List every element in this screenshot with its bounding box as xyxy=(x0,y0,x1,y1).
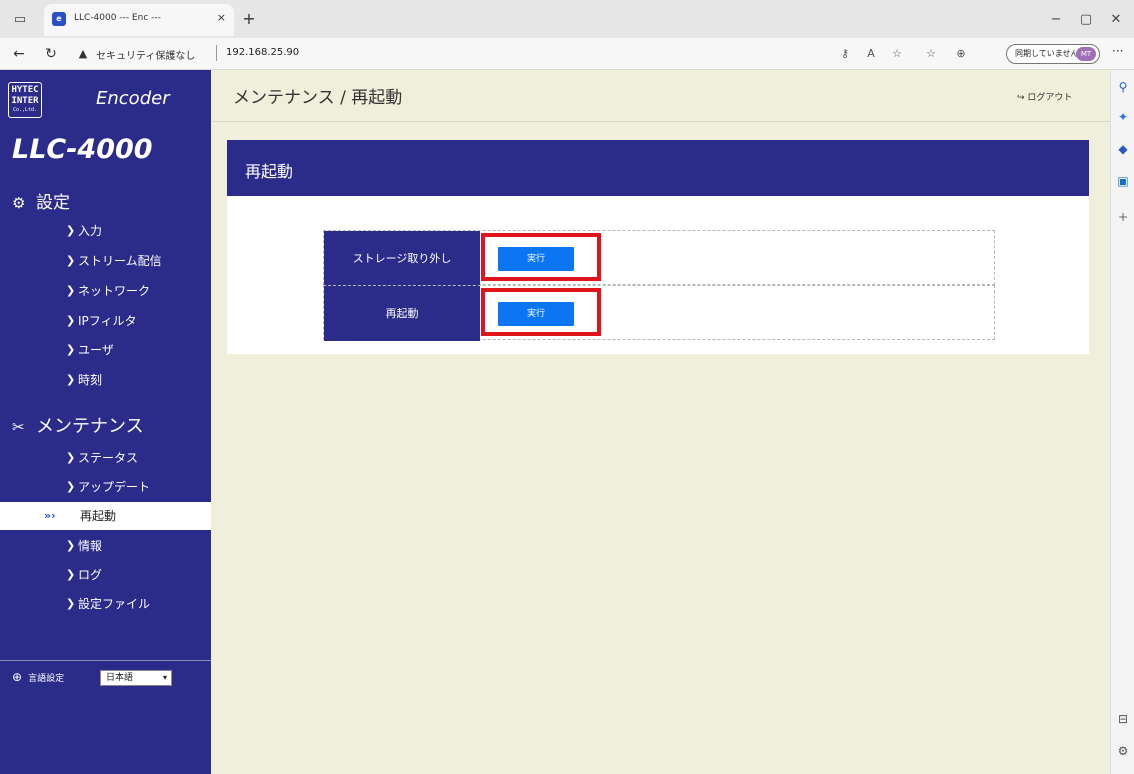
chevron-right-icon: ❯ xyxy=(66,568,76,581)
warning-icon[interactable]: ▲ xyxy=(72,43,94,65)
url-field[interactable]: 192.168.25.90 xyxy=(226,47,299,58)
sidebar-item-info[interactable]: ❯ 情報 xyxy=(0,532,211,560)
browser-tab[interactable]: e LLC-4000 --- Enc --- × xyxy=(44,4,234,36)
add-app-icon[interactable]: + xyxy=(1114,208,1132,226)
minimize-button[interactable]: − xyxy=(1044,8,1068,32)
sidebar-toggle-icon[interactable]: ⊟ xyxy=(1114,710,1132,728)
browser-tab-bar: ▭ e LLC-4000 --- Enc --- × + − ▢ ✕ xyxy=(0,0,1134,38)
highlight-box xyxy=(481,233,601,281)
favorite-add-icon[interactable]: ☆ xyxy=(888,45,906,63)
language-select[interactable]: 日本語 ▾ xyxy=(100,670,172,686)
sidebar-divider xyxy=(0,660,211,661)
favicon-icon: e xyxy=(52,12,66,26)
collections-icon[interactable]: ⊕ xyxy=(952,45,970,63)
sidebar-item-ip-filter[interactable]: ❯ IPフィルタ xyxy=(0,307,211,335)
sidebar-item-config-file[interactable]: ❯ 設定ファイル xyxy=(0,590,211,618)
triple-chevron-right-icon: »› xyxy=(44,509,56,522)
page-header: メンテナンス / 再起動 ↪ ログアウト xyxy=(211,70,1110,122)
settings-heading: ⚙ 設定 xyxy=(12,193,70,213)
main-content: メンテナンス / 再起動 ↪ ログアウト 再起動 ストレージ取り外し 実行 再起… xyxy=(211,70,1110,774)
tab-close-button[interactable]: × xyxy=(217,11,226,24)
chevron-right-icon: ❯ xyxy=(66,224,76,237)
table-row: ストレージ取り外し 実行 xyxy=(323,230,995,286)
globe-icon: ⊕ xyxy=(12,670,23,684)
chevron-right-icon: ❯ xyxy=(66,343,76,356)
more-icon[interactable]: ··· xyxy=(1112,44,1123,58)
sidebar-item-user[interactable]: ❯ ユーザ xyxy=(0,336,211,364)
sidebar-item-status[interactable]: ❯ ステータス xyxy=(0,444,211,472)
chevron-right-icon: ❯ xyxy=(66,539,76,552)
row-label: 再起動 xyxy=(324,286,480,341)
office-icon[interactable]: ◆ xyxy=(1114,140,1132,158)
logout-icon: ↪ xyxy=(1017,93,1025,103)
sidebar-item-update[interactable]: ❯ アップデート xyxy=(0,473,211,501)
close-window-button[interactable]: ✕ xyxy=(1104,8,1128,32)
settings-gear-icon[interactable]: ⚙ xyxy=(1114,742,1132,760)
chevron-right-icon: ❯ xyxy=(66,480,76,493)
address-bar: ← ↻ ▲ セキュリティ保護なし 192.168.25.90 ⚷ A ☆ ☆ ⊕… xyxy=(0,38,1134,70)
chevron-right-icon: ❯ xyxy=(66,314,76,327)
edge-sidebar: ⚲ ✦ ◆ ▣ + ⊟ ⚙ xyxy=(1110,70,1134,774)
tab-actions-icon[interactable]: ▭ xyxy=(8,8,32,32)
breadcrumb: メンテナンス / 再起動 xyxy=(233,88,403,108)
tab-title: LLC-4000 --- Enc --- xyxy=(74,13,161,23)
back-icon[interactable]: ← xyxy=(8,43,30,65)
key-icon[interactable]: ⚷ xyxy=(836,45,854,63)
read-aloud-icon[interactable]: A xyxy=(862,45,880,63)
gear-icon: ⚙ xyxy=(12,194,26,212)
sidebar-item-reboot[interactable]: »› 再起動 xyxy=(0,502,211,530)
company-logo: HYTEC INTER Co.,Ltd. xyxy=(8,82,42,118)
app-sidebar: HYTEC INTER Co.,Ltd. Encoder LLC-4000 ⚙ 設… xyxy=(0,70,211,774)
sync-button[interactable]: 同期していません MT xyxy=(1006,44,1100,64)
chevron-right-icon: ❯ xyxy=(66,597,76,610)
encoder-label: Encoder xyxy=(96,88,170,109)
sidebar-item-input[interactable]: ❯ 入力 xyxy=(0,217,211,245)
new-tab-button[interactable]: + xyxy=(238,8,260,30)
sidebar-item-stream[interactable]: ❯ ストリーム配信 xyxy=(0,247,211,275)
outlook-icon[interactable]: ▣ xyxy=(1114,172,1132,190)
search-icon[interactable]: ⚲ xyxy=(1114,78,1132,96)
security-warning[interactable]: セキュリティ保護なし xyxy=(96,47,195,62)
row-label: ストレージ取り外し xyxy=(324,231,480,286)
language-setting: ⊕ 言語設定 xyxy=(12,670,65,684)
chevron-down-icon: ▾ xyxy=(162,673,167,682)
copilot-icon[interactable]: ✦ xyxy=(1114,108,1132,126)
sidebar-item-network[interactable]: ❯ ネットワーク xyxy=(0,277,211,305)
refresh-icon[interactable]: ↻ xyxy=(40,43,62,65)
sidebar-item-time[interactable]: ❯ 時刻 xyxy=(0,366,211,394)
panel-body: ストレージ取り外し 実行 再起動 実行 xyxy=(227,196,1089,354)
restore-button[interactable]: ▢ xyxy=(1074,8,1098,32)
chevron-right-icon: ❯ xyxy=(66,373,76,386)
profile-avatar: MT xyxy=(1076,47,1096,61)
tools-icon: ✂ xyxy=(12,418,25,436)
table-row: 再起動 実行 xyxy=(323,285,995,341)
sidebar-item-log[interactable]: ❯ ログ xyxy=(0,561,211,589)
chevron-right-icon: ❯ xyxy=(66,284,76,297)
maintenance-heading: ✂ メンテナンス xyxy=(12,416,144,437)
model-name: LLC-4000 xyxy=(12,134,153,165)
highlight-box xyxy=(481,288,601,336)
logout-link[interactable]: ↪ ログアウト xyxy=(1017,90,1072,103)
url-divider xyxy=(216,45,217,61)
operation-table: ストレージ取り外し 実行 再起動 実行 xyxy=(323,230,995,341)
chevron-right-icon: ❯ xyxy=(66,451,76,464)
panel-title: 再起動 xyxy=(245,162,294,181)
chevron-right-icon: ❯ xyxy=(66,254,76,267)
panel-header: 再起動 xyxy=(227,140,1089,196)
favorites-icon[interactable]: ☆ xyxy=(922,45,940,63)
sync-label: 同期していません xyxy=(1015,49,1079,58)
